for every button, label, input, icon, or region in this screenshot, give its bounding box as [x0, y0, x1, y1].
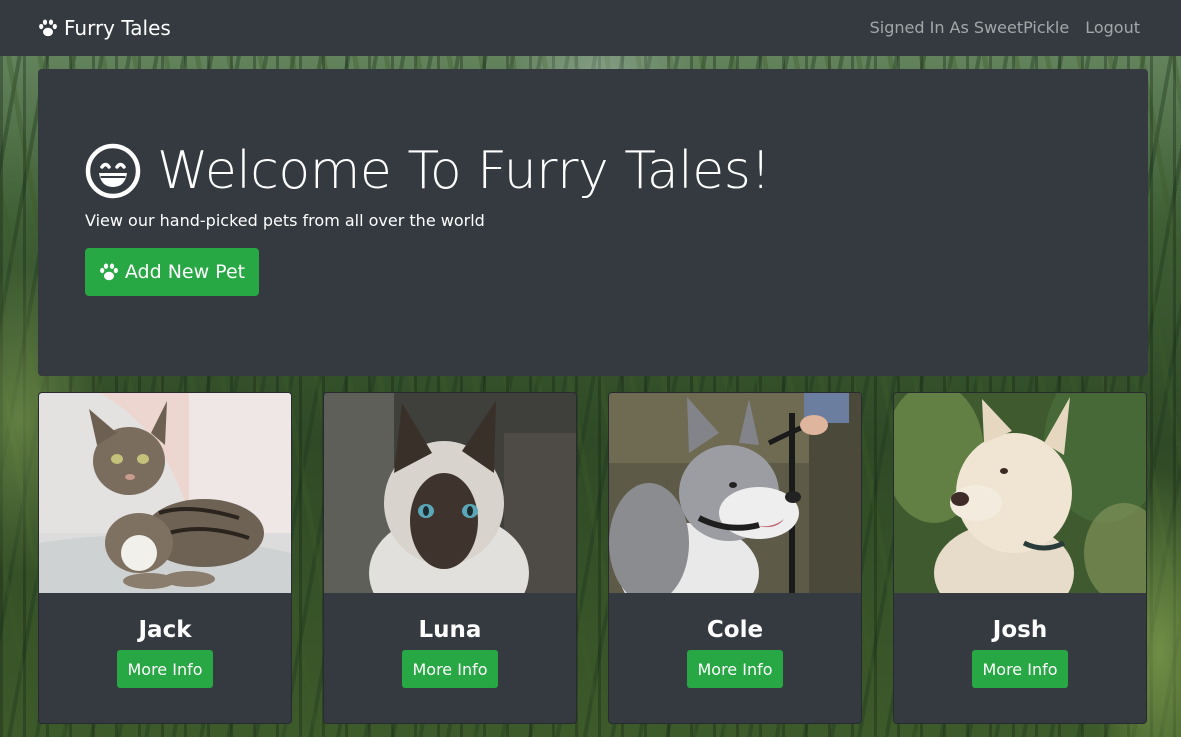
pet-name: Luna — [418, 617, 482, 643]
more-info-button[interactable]: More Info — [972, 650, 1068, 688]
navbar: Furry Tales Signed In As SweetPickle Log… — [0, 0, 1181, 56]
logout-link[interactable]: Logout — [1085, 18, 1140, 37]
more-info-button[interactable]: More Info — [687, 650, 783, 688]
tabby-cat-photo — [39, 393, 291, 593]
pet-name: Jack — [138, 617, 192, 643]
pet-card-luna: Luna More Info — [323, 392, 577, 724]
welcome-title-row: Welcome To Furry Tales! — [85, 141, 771, 201]
pet-card-jack: Jack More Info — [38, 392, 292, 724]
welcome-jumbotron: Welcome To Furry Tales! View our hand-pi… — [38, 69, 1148, 376]
add-new-pet-button[interactable]: Add New Pet — [85, 248, 259, 296]
welcome-subtitle: View our hand-picked pets from all over … — [85, 211, 485, 230]
more-info-button[interactable]: More Info — [117, 650, 213, 688]
more-info-button[interactable]: More Info — [402, 650, 498, 688]
nav-right: Signed In As SweetPickle Logout — [870, 18, 1140, 37]
pet-card-cole: Cole More Info — [608, 392, 862, 724]
brand-title: Furry Tales — [64, 16, 171, 40]
signed-in-link[interactable]: Signed In As SweetPickle — [870, 18, 1070, 37]
paw-icon — [99, 263, 118, 281]
husky-dog-photo — [609, 393, 861, 593]
pet-card-josh: Josh More Info — [893, 392, 1147, 724]
white-dog-photo — [894, 393, 1146, 593]
siamese-cat-photo — [324, 393, 576, 593]
pet-name: Cole — [706, 617, 764, 643]
page-title: Welcome To Furry Tales! — [157, 141, 771, 201]
paw-icon — [39, 19, 57, 37]
grinning-face-icon — [85, 143, 141, 199]
add-new-pet-label: Add New Pet — [124, 261, 246, 283]
pet-name: Josh — [992, 617, 1048, 643]
brand-link[interactable]: Furry Tales — [38, 16, 171, 40]
